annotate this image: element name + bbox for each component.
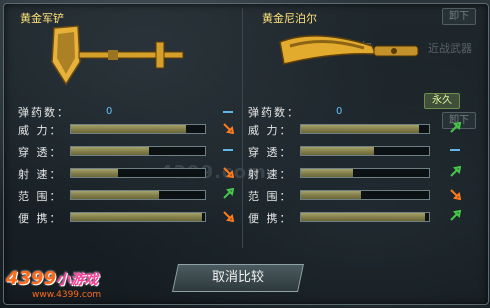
right-ammo-label: 弹药数： <box>248 106 300 119</box>
left-stat-label: 穿 透： <box>18 146 63 159</box>
left-stat-bar <box>70 168 206 178</box>
left-stat-bar-fill <box>71 191 160 199</box>
left-stat-bar-fill <box>71 213 203 221</box>
right-stat-bar <box>300 124 430 134</box>
right-increase-icon <box>449 210 461 222</box>
right-ammo-value: 0 <box>336 106 343 117</box>
column-divider <box>242 8 243 248</box>
right-stat-label: 范 围： <box>248 190 293 203</box>
right-stat-label: 威 力： <box>248 124 293 137</box>
left-stat-bar <box>70 146 206 156</box>
right-stat-bar <box>300 190 430 200</box>
left-ammo-label: 弹药数： <box>18 106 70 119</box>
left-stat-label: 射 速： <box>18 168 63 181</box>
right-increase-icon <box>449 122 461 134</box>
left-decrease-icon <box>222 122 234 134</box>
left-ammo-value: 0 <box>106 106 113 117</box>
right-stat-bar-fill <box>301 125 419 133</box>
left-neutral-icon <box>222 144 234 156</box>
golden-shovel-icon <box>48 24 188 88</box>
left-stat-bar-fill <box>71 147 149 155</box>
logo-main: 4399 <box>6 268 57 289</box>
right-decrease-icon <box>449 188 461 200</box>
right-stat-bar <box>300 168 430 178</box>
right-stat-bar-fill <box>301 213 426 221</box>
left-stat-bar <box>70 124 206 134</box>
site-logo: 4399小游戏 <box>6 268 98 289</box>
left-decrease-icon <box>222 166 234 178</box>
left-stat-label: 范 围： <box>18 190 63 203</box>
logo-url: www.4399.com <box>32 290 102 300</box>
left-stat-bar <box>70 212 206 222</box>
right-stat-bar <box>300 146 430 156</box>
golden-kukri-icon <box>276 24 426 88</box>
left-stat-label: 威 力： <box>18 124 63 137</box>
left-ammo-neutral-icon <box>222 106 234 118</box>
right-stat-label: 射 速： <box>248 168 293 181</box>
right-increase-icon <box>449 166 461 178</box>
right-stat-label: 穿 透： <box>248 146 293 159</box>
left-stat-bar-fill <box>71 125 187 133</box>
logo-sub: 小游戏 <box>56 272 99 288</box>
right-stat-bar-fill <box>301 147 374 155</box>
left-decrease-icon <box>222 210 234 222</box>
cancel-compare-label: 取消比较 <box>211 270 264 285</box>
background-weapon-category: 近战武器 <box>428 42 472 55</box>
right-stat-bar <box>300 212 430 222</box>
unload-button[interactable]: 卸下 <box>442 8 476 25</box>
right-stat-bar-fill <box>301 169 354 177</box>
left-stat-label: 便 携： <box>18 212 63 225</box>
cancel-compare-button[interactable]: 取消比较 <box>172 264 304 292</box>
right-stat-bar-fill <box>301 191 362 199</box>
right-stat-label: 便 携： <box>248 212 293 225</box>
permanent-badge: 永久 <box>424 93 460 109</box>
left-stat-bar-fill <box>71 169 118 177</box>
right-neutral-icon <box>449 144 461 156</box>
left-increase-icon <box>222 188 234 200</box>
left-stat-bar <box>70 190 206 200</box>
